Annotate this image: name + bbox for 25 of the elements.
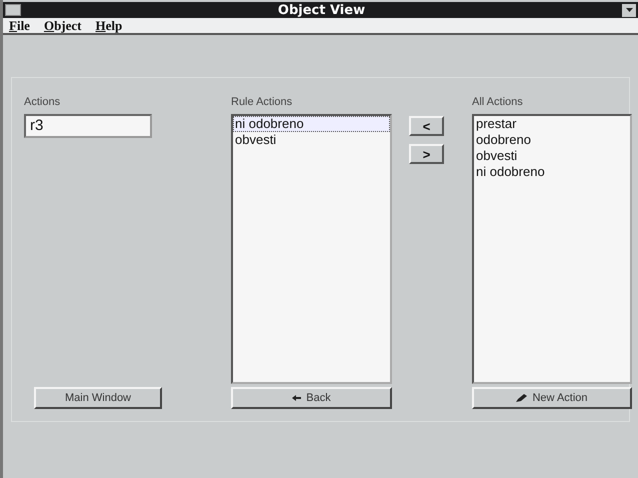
menu-item[interactable]: Help bbox=[96, 18, 122, 34]
menu-item[interactable]: Object bbox=[44, 18, 82, 34]
list-box[interactable]: ni odobreno obvesti bbox=[231, 114, 392, 384]
list-box[interactable]: prestar odobreno obvesti ni odobreno bbox=[472, 114, 632, 384]
list-item[interactable]: obvesti bbox=[233, 132, 390, 148]
list-label: Rule Actions bbox=[231, 96, 294, 108]
field-label: Actions bbox=[24, 96, 62, 108]
window-title: Object View bbox=[276, 2, 366, 18]
pencil-icon bbox=[516, 394, 528, 402]
list-item[interactable]: prestar bbox=[474, 116, 630, 132]
back-button[interactable]: Back bbox=[231, 387, 392, 409]
menu-item[interactable]: File bbox=[9, 18, 30, 34]
list-item[interactable]: obvesti bbox=[474, 148, 630, 164]
list-label: All Actions bbox=[472, 96, 524, 108]
list-item[interactable]: ni odobreno bbox=[233, 116, 390, 132]
move-button[interactable]: > bbox=[409, 144, 444, 164]
down-arrow-icon bbox=[626, 8, 632, 12]
minimize-button[interactable] bbox=[622, 4, 636, 16]
move-button[interactable]: < bbox=[409, 116, 444, 136]
arrow-icon bbox=[292, 395, 302, 401]
list-item[interactable]: odobreno bbox=[474, 132, 630, 148]
list-item[interactable]: ni odobreno bbox=[474, 164, 630, 180]
input-field[interactable]: r3 bbox=[24, 114, 152, 138]
main-window-button[interactable]: Main Window bbox=[34, 387, 162, 409]
new-action-button[interactable]: New Action bbox=[472, 387, 632, 409]
